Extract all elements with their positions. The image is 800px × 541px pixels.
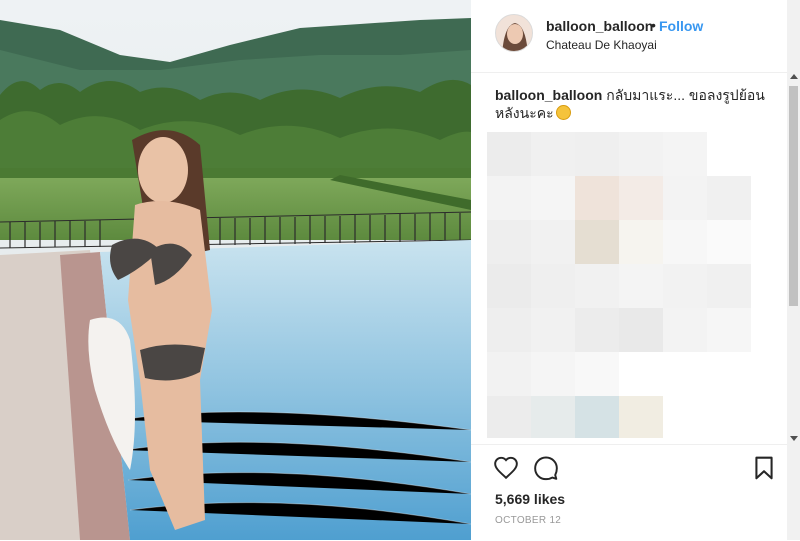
post-date[interactable]: OCTOBER 12 xyxy=(495,515,561,526)
comment-icon[interactable] xyxy=(533,455,559,481)
heart-icon[interactable] xyxy=(493,455,519,481)
likes-count[interactable]: 5,669 likes xyxy=(495,491,565,507)
pixelated-comments-area xyxy=(487,132,751,438)
scrollbar[interactable] xyxy=(787,0,800,540)
scroll-down-arrow-icon[interactable] xyxy=(790,436,798,441)
location-link[interactable]: Chateau De Khaoyai xyxy=(546,38,657,52)
bookmark-icon[interactable] xyxy=(751,455,777,481)
post-details-panel: balloon_balloon • Follow Chateau De Khao… xyxy=(471,0,787,540)
avatar-image xyxy=(496,15,532,51)
follow-button[interactable]: Follow xyxy=(659,18,703,34)
post-caption: balloon_balloon กลับมาแระ... ขอลงรูปย้อน… xyxy=(495,86,765,122)
post-actions: 5,669 likes OCTOBER 12 xyxy=(471,444,787,541)
smiling-face-emoji-icon xyxy=(555,105,571,120)
scrollbar-thumb[interactable] xyxy=(789,86,798,306)
separator-dot: • xyxy=(651,17,656,33)
caption-username-link[interactable]: balloon_balloon xyxy=(495,87,602,103)
post-header: balloon_balloon • Follow Chateau De Khao… xyxy=(471,0,787,73)
pool-photo-image xyxy=(0,0,471,540)
scroll-up-arrow-icon[interactable] xyxy=(790,74,798,79)
avatar[interactable] xyxy=(495,14,533,52)
post-photo[interactable] xyxy=(0,0,471,540)
username-link[interactable]: balloon_balloon xyxy=(546,18,653,34)
